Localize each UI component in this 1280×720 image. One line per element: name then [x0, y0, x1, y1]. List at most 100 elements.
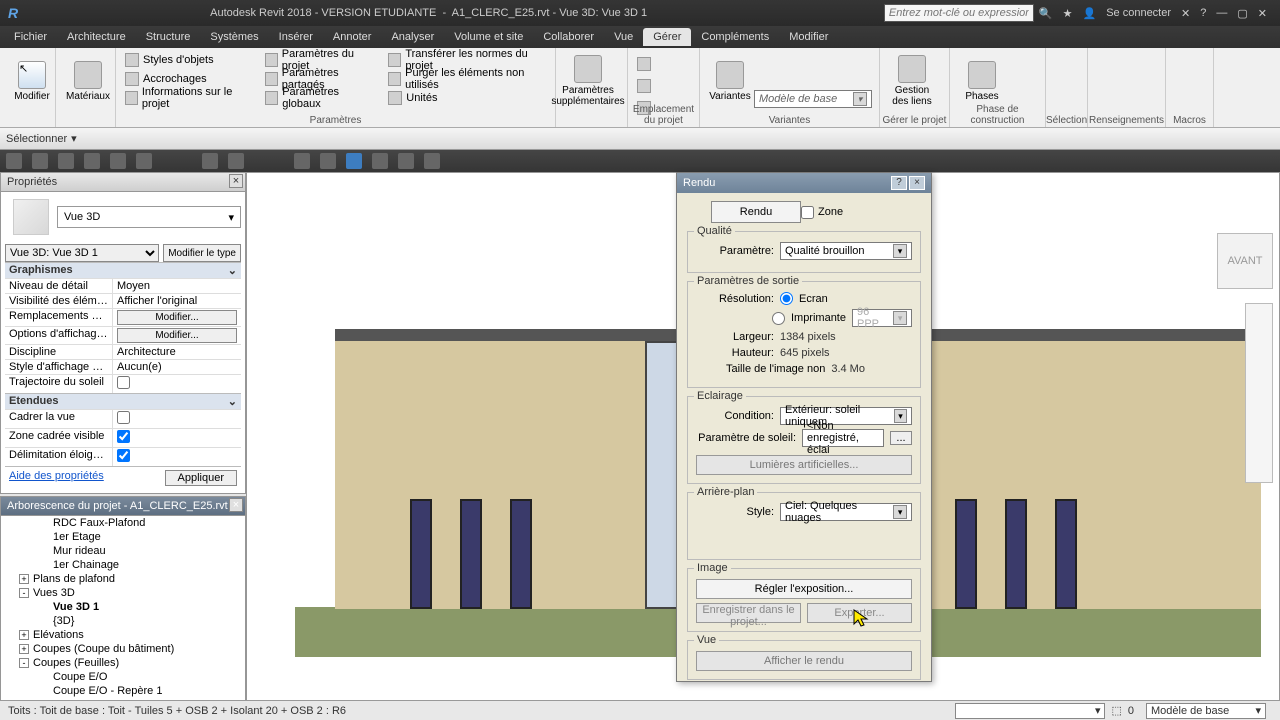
- dialog-help-icon[interactable]: ?: [891, 176, 907, 190]
- menu-vue[interactable]: Vue: [604, 28, 643, 46]
- signin-icon[interactable]: 👤: [1083, 7, 1097, 20]
- menu-volume et site[interactable]: Volume et site: [444, 28, 533, 46]
- tree-expand-icon[interactable]: -: [19, 658, 29, 668]
- window-element[interactable]: [1005, 499, 1027, 609]
- properties-panel-header[interactable]: Propriétés ×: [0, 172, 246, 192]
- properties-help-link[interactable]: Aide des propriétés: [9, 470, 104, 486]
- qat-button[interactable]: [294, 153, 310, 169]
- variant-combo[interactable]: Modèle de base▾: [754, 90, 872, 108]
- phases-button[interactable]: Phases: [956, 50, 1008, 112]
- property-checkbox[interactable]: [117, 411, 130, 424]
- properties-close-icon[interactable]: ×: [229, 174, 243, 188]
- sun-param-field[interactable]: <Non enregistré, éclai: [802, 429, 884, 447]
- tree-expand-icon[interactable]: +: [19, 644, 29, 654]
- favorite-icon[interactable]: ★: [1063, 7, 1073, 20]
- menu-annoter[interactable]: Annoter: [323, 28, 382, 46]
- property-value[interactable]: Modifier...: [113, 309, 241, 326]
- property-value[interactable]: Aucun(e): [113, 360, 241, 374]
- property-edit-button[interactable]: Modifier...: [117, 328, 237, 343]
- menu-gérer[interactable]: Gérer: [643, 28, 691, 46]
- apply-button[interactable]: Appliquer: [165, 470, 237, 486]
- property-edit-button[interactable]: Modifier...: [117, 310, 237, 325]
- tree-item[interactable]: Vue 3D 1: [1, 600, 245, 614]
- qat-print-icon[interactable]: [136, 153, 152, 169]
- menu-architecture[interactable]: Architecture: [57, 28, 136, 46]
- menu-fichier[interactable]: Fichier: [4, 28, 57, 46]
- minimize-icon[interactable]: —: [1216, 7, 1227, 19]
- menu-structure[interactable]: Structure: [136, 28, 201, 46]
- window-element[interactable]: [955, 499, 977, 609]
- qat-button[interactable]: [320, 153, 336, 169]
- tree-expand-icon[interactable]: +: [19, 630, 29, 640]
- property-value[interactable]: [113, 448, 241, 466]
- navigation-bar[interactable]: [1245, 303, 1273, 483]
- status-combo-model[interactable]: Modèle de base▾: [1146, 703, 1266, 719]
- help-icon[interactable]: ?: [1200, 7, 1206, 19]
- exposure-button[interactable]: Régler l'exposition...: [696, 579, 912, 599]
- property-row[interactable]: Options d'affichage des ...Modifier...: [5, 326, 241, 344]
- tree-item[interactable]: 1er Chainage: [1, 558, 245, 572]
- property-row[interactable]: Remplacements visibili...Modifier...: [5, 308, 241, 326]
- tree-item[interactable]: 1er Etage: [1, 530, 245, 544]
- qat-button[interactable]: [346, 153, 362, 169]
- property-row[interactable]: Trajectoire du soleil: [5, 374, 241, 393]
- window-element[interactable]: [1055, 499, 1077, 609]
- tree-item[interactable]: -Coupes (Feuilles): [1, 656, 245, 670]
- qat-button[interactable]: [84, 153, 100, 169]
- property-row[interactable]: DisciplineArchitecture: [5, 344, 241, 359]
- global-params-button[interactable]: Paramètres globaux: [262, 88, 377, 107]
- qat-button[interactable]: [372, 153, 388, 169]
- view-cube[interactable]: AVANT: [1217, 233, 1273, 289]
- tree-item[interactable]: Mur rideau: [1, 544, 245, 558]
- sun-param-browse-button[interactable]: ...: [890, 431, 912, 445]
- tree-item[interactable]: Coupe E/O: [1, 670, 245, 684]
- tree-item[interactable]: RDC Faux-Plafond: [1, 516, 245, 530]
- property-row[interactable]: Visibilité des élémentsAfficher l'origin…: [5, 293, 241, 308]
- object-styles-button[interactable]: Styles d'objets: [122, 50, 254, 69]
- signin-label[interactable]: Se connecter: [1106, 7, 1171, 19]
- property-row[interactable]: Zone cadrée visible: [5, 428, 241, 447]
- property-row[interactable]: Style d'affichage de l'an...Aucun(e): [5, 359, 241, 374]
- section-etendues[interactable]: Etendues⌄: [5, 393, 241, 409]
- section-graphismes[interactable]: Graphismes⌄: [5, 262, 241, 278]
- quality-combo[interactable]: Qualité brouillon▾: [780, 242, 912, 260]
- qat-button[interactable]: [6, 153, 22, 169]
- tree-expand-icon[interactable]: +: [19, 574, 29, 584]
- window-element[interactable]: [510, 499, 532, 609]
- menu-analyser[interactable]: Analyser: [381, 28, 444, 46]
- qat-button[interactable]: [228, 153, 244, 169]
- project-browser-header[interactable]: Arborescence du projet - A1_CLERC_E25.rv…: [0, 496, 246, 516]
- bg-style-combo[interactable]: Ciel: Quelques nuages▾: [780, 503, 912, 521]
- qat-button[interactable]: [110, 153, 126, 169]
- infocenter-search-icon[interactable]: 🔍: [1039, 7, 1053, 20]
- exchange-icon[interactable]: ✕: [1181, 7, 1190, 20]
- property-row[interactable]: Niveau de détailMoyen: [5, 278, 241, 293]
- render-dialog-titlebar[interactable]: Rendu ? ×: [677, 173, 931, 193]
- materials-button[interactable]: Matériaux: [62, 50, 114, 112]
- qat-button[interactable]: [424, 153, 440, 169]
- select-dropdown-icon[interactable]: ▾: [71, 132, 77, 145]
- menu-collaborer[interactable]: Collaborer: [533, 28, 604, 46]
- property-checkbox[interactable]: [117, 449, 130, 462]
- menu-insérer[interactable]: Insérer: [269, 28, 323, 46]
- zone-checkbox[interactable]: [801, 206, 814, 219]
- project-browser-close-icon[interactable]: ×: [229, 498, 243, 512]
- property-value[interactable]: [113, 410, 241, 428]
- property-value[interactable]: Modifier...: [113, 327, 241, 344]
- tree-item[interactable]: {3D}: [1, 614, 245, 628]
- menu-systèmes[interactable]: Systèmes: [200, 28, 268, 46]
- tree-expand-icon[interactable]: -: [19, 588, 29, 598]
- property-checkbox[interactable]: [117, 430, 130, 443]
- render-button[interactable]: Rendu: [711, 201, 801, 223]
- worksets-icon[interactable]: ⬚: [1111, 704, 1121, 717]
- project-info-button[interactable]: Informations sur le projet: [122, 88, 254, 107]
- additional-params-button[interactable]: Paramètres supplémentaires: [562, 50, 614, 112]
- tree-item[interactable]: -Vues 3D: [1, 586, 245, 600]
- instance-selector[interactable]: Vue 3D: Vue 3D 1: [5, 244, 159, 262]
- property-value[interactable]: Architecture: [113, 345, 241, 359]
- resolution-printer-radio[interactable]: [772, 312, 785, 325]
- edit-type-button[interactable]: Modifier le type: [163, 244, 241, 262]
- location-button[interactable]: [634, 54, 693, 73]
- menu-modifier[interactable]: Modifier: [779, 28, 838, 46]
- window-element[interactable]: [460, 499, 482, 609]
